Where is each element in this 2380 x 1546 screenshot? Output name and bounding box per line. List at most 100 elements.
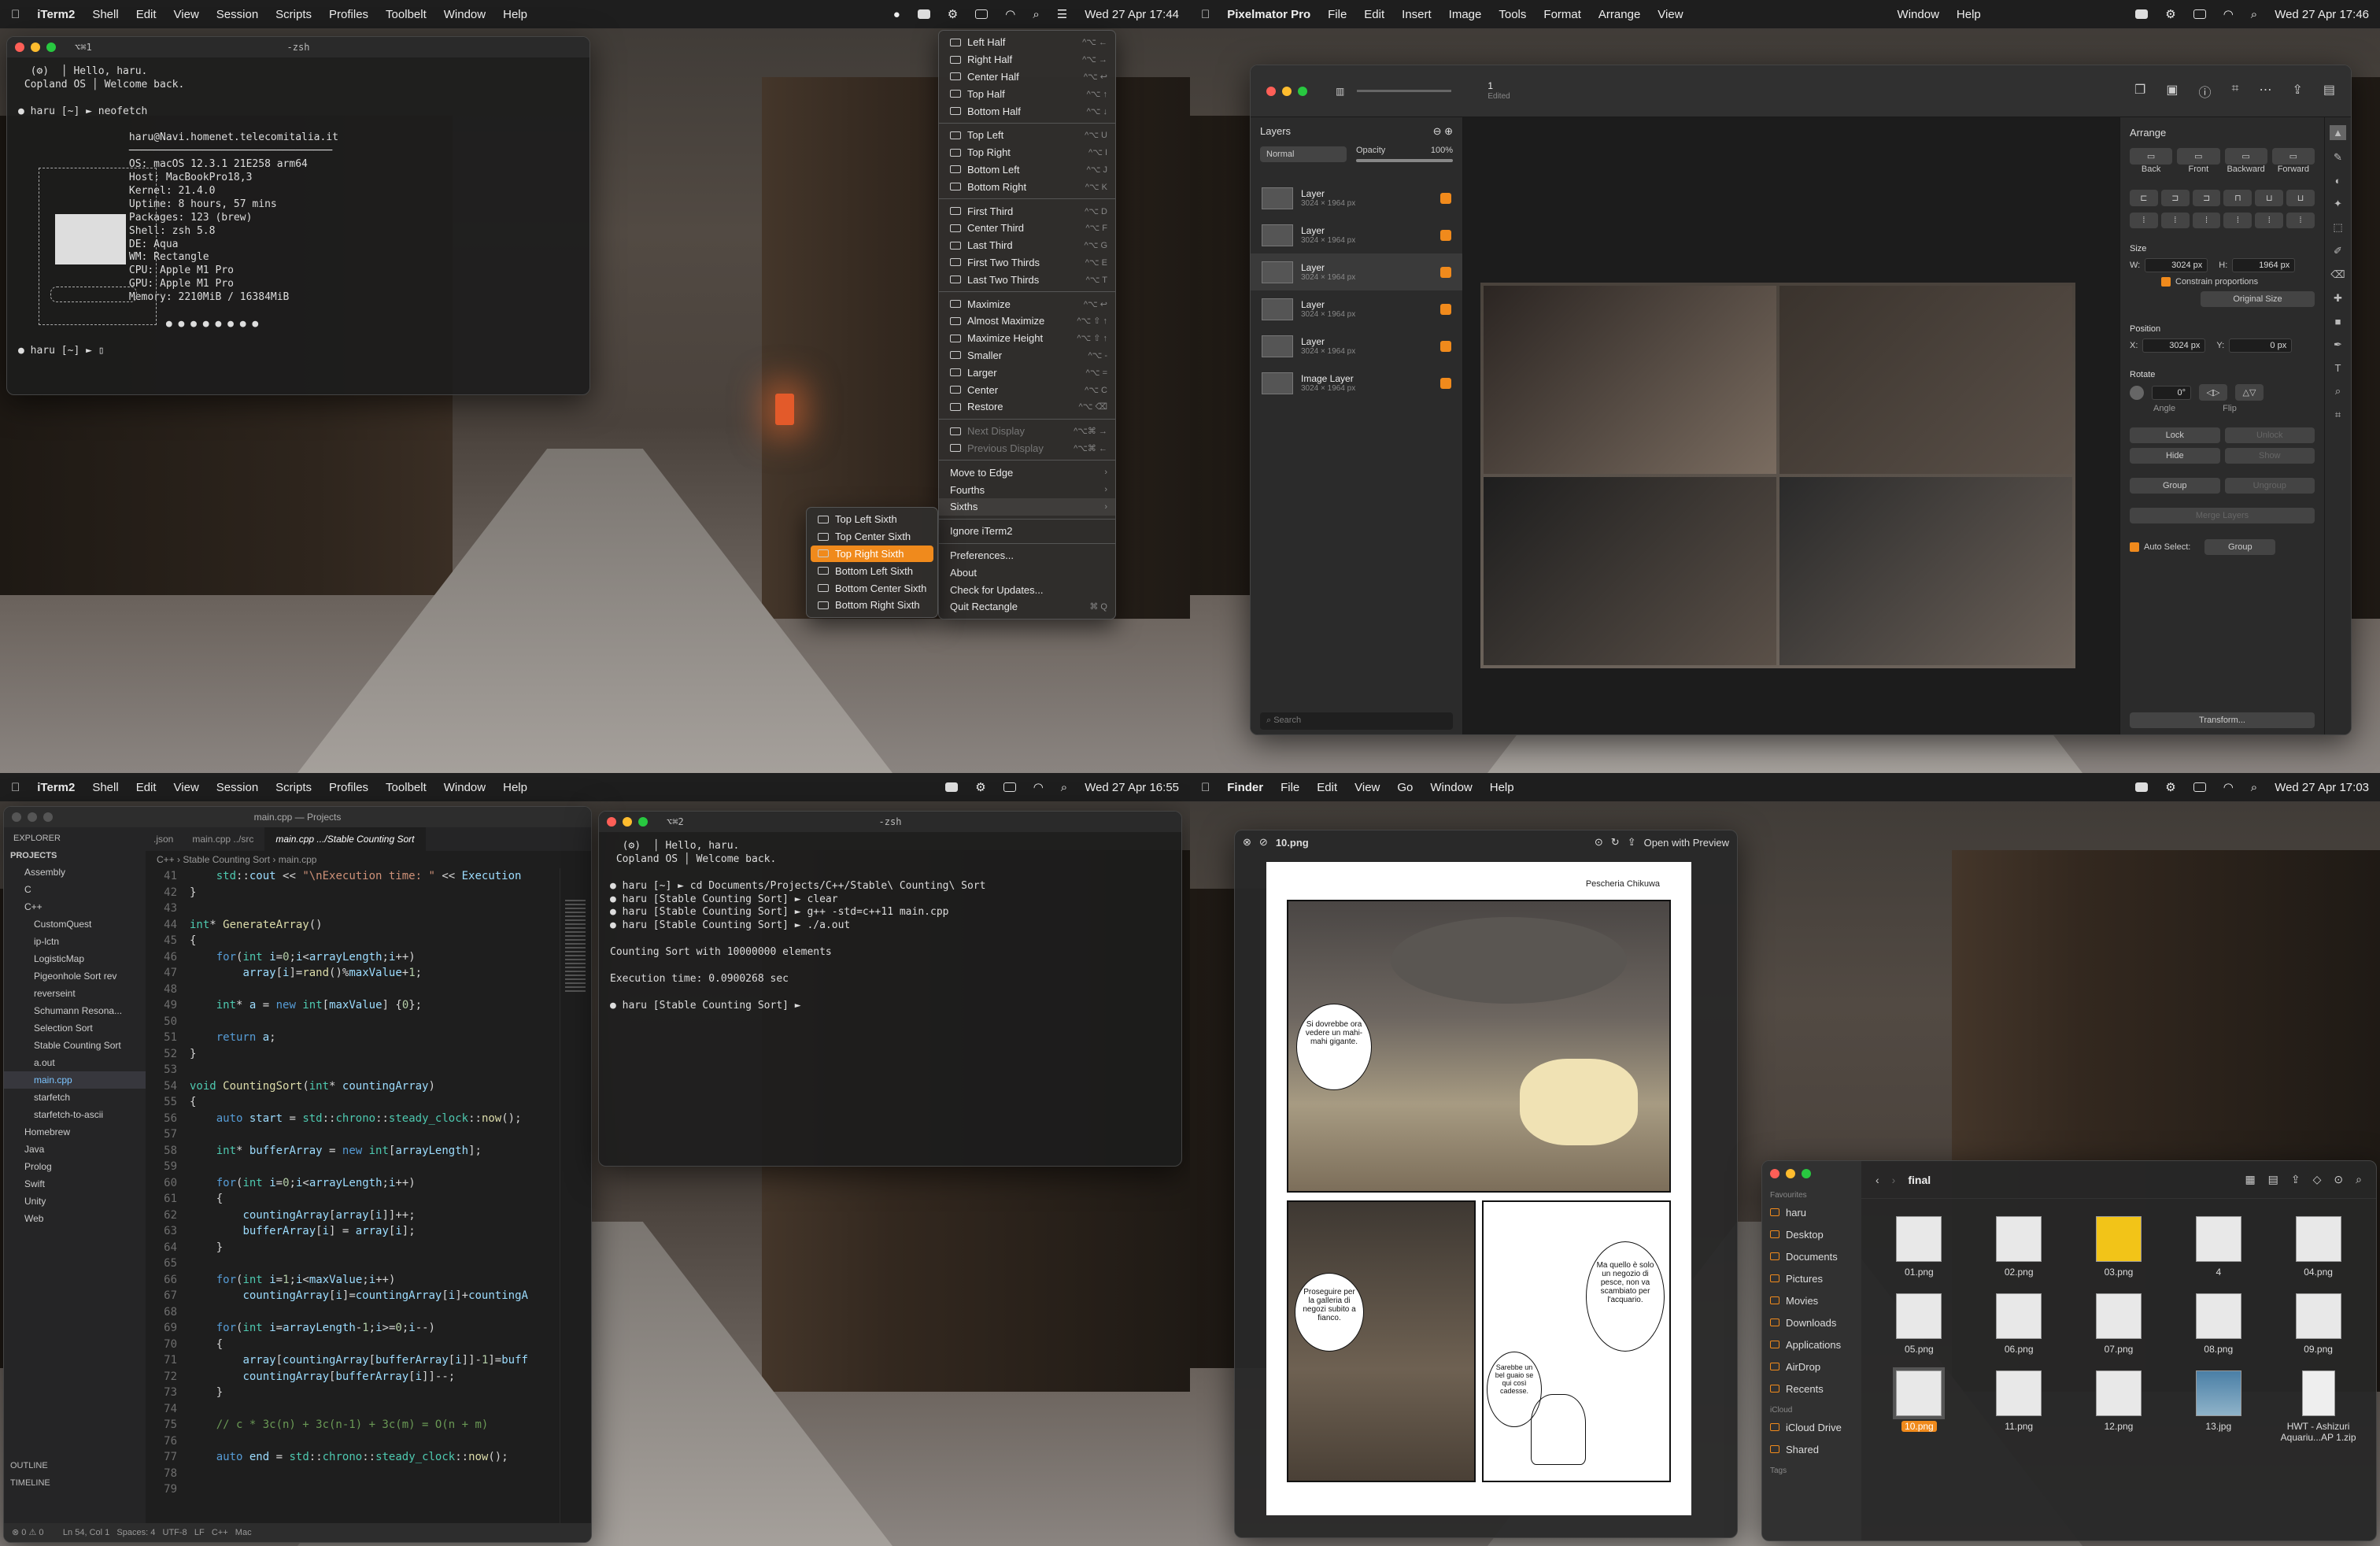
crop-tool-icon[interactable]: ⌗ xyxy=(2335,409,2341,421)
layer-visibility-checkbox[interactable] xyxy=(1440,266,1451,278)
apple-icon[interactable]:  xyxy=(11,8,20,21)
autoselect-checkbox[interactable] xyxy=(2130,542,2139,552)
quicklook-window[interactable]: ⊗ ⊘ 10.png ⊙ ↻ ⇪ Open with Preview Pescheri… xyxy=(1234,830,1738,1538)
vscode-window[interactable]: main.cpp — Projects EXPLORER PROJECTS As… xyxy=(3,806,592,1543)
angle-field[interactable]: 0° xyxy=(2152,385,2191,400)
menu-item[interactable]: Toolbelt xyxy=(386,8,427,21)
rectangle-icon[interactable] xyxy=(917,9,930,19)
file-item[interactable]: 03.png xyxy=(2075,1216,2162,1278)
sidebar-item[interactable]: haru xyxy=(1770,1201,1853,1223)
tree-item[interactable]: C xyxy=(4,881,146,898)
distribute-button[interactable]: ⁞ xyxy=(2160,213,2190,228)
rectangle-menu-item[interactable]: Quit Rectangle ⌘ Q xyxy=(939,598,1115,616)
crop-icon[interactable]: ⌗ xyxy=(2231,82,2238,101)
menu-item[interactable]: Tools xyxy=(1499,8,1526,21)
menu-item[interactable]: Window xyxy=(1430,781,1472,794)
rectangle-menu-item[interactable]: Bottom Right ^⌥ K xyxy=(939,178,1115,195)
minimize-button[interactable] xyxy=(1786,1169,1795,1178)
sixth-menu-item[interactable]: Bottom Left Sixth xyxy=(807,562,937,579)
tree-item[interactable]: a.out xyxy=(4,1054,146,1071)
rectangle-menu-item[interactable]: Top Left ^⌥ U xyxy=(939,127,1115,144)
sixth-menu-item[interactable]: Top Center Sixth xyxy=(807,528,937,546)
outline-section[interactable]: OUTLINE xyxy=(10,1457,50,1474)
rectangle-menu-item[interactable]: Top Half ^⌥ ↑ xyxy=(939,85,1115,102)
menu-item[interactable]: Edit xyxy=(1364,8,1384,21)
menu-item[interactable]: Profiles xyxy=(329,8,368,21)
menu-item[interactable]: View xyxy=(174,781,199,794)
align-right-button[interactable]: ⊐ xyxy=(2192,190,2221,206)
rectangle-menu-item[interactable]: Bottom Half ^⌥ ↓ xyxy=(939,102,1115,120)
rectangle-menu-item[interactable]: Fourths › xyxy=(939,481,1115,498)
battery-icon[interactable] xyxy=(2193,9,2206,19)
file-item[interactable]: 06.png xyxy=(1975,1293,2062,1355)
file-item[interactable]: 4 xyxy=(2175,1216,2262,1278)
menu-item[interactable]: Window xyxy=(444,8,486,21)
shape-tool-icon[interactable]: ■ xyxy=(2335,316,2341,327)
align-center-button[interactable]: ⊐ xyxy=(2160,190,2190,206)
layer-visibility-checkbox[interactable] xyxy=(1440,340,1451,352)
menu-item[interactable]: File xyxy=(1281,781,1299,794)
menu-item[interactable]: Insert xyxy=(1402,8,1432,21)
distribute-button[interactable]: ⁞ xyxy=(2130,213,2158,228)
view-mode-icon[interactable]: ▦ xyxy=(2245,1173,2255,1186)
sidebar-item[interactable]: Desktop xyxy=(1770,1223,1853,1245)
y-field[interactable]: 0 px xyxy=(2229,338,2293,353)
tree-item[interactable]: Unity xyxy=(4,1193,146,1210)
menu-item[interactable]: Shell xyxy=(92,8,118,21)
rectangle-menu-item[interactable]: Last Two Thirds ^⌥ T xyxy=(939,271,1115,288)
menu-item[interactable]: Window xyxy=(1898,8,1939,21)
menu-item[interactable]: Help xyxy=(1490,781,1514,794)
rectangle-menu-item[interactable]: Preferences... xyxy=(939,547,1115,564)
iterm-window[interactable]: ⌥⌘1 -zsh (⚙) │ Hello, haru. Copland OS │… xyxy=(6,36,590,395)
rectangle-menu-item[interactable]: Larger ^⌥ = xyxy=(939,364,1115,381)
menu-item[interactable]: Help xyxy=(503,781,527,794)
flip-v-button[interactable]: △▽ xyxy=(2235,384,2264,401)
control-icon[interactable]: ⚙ xyxy=(975,780,985,794)
send-backward-button[interactable]: ▭ xyxy=(2224,148,2267,165)
clock[interactable]: Wed 27 Apr 17:44 xyxy=(1085,8,1179,21)
battery-icon[interactable] xyxy=(1003,782,1016,792)
align-top-button[interactable]: ⊓ xyxy=(2223,190,2252,206)
rectangle-menu-item[interactable]: Ignore iTerm2 xyxy=(939,523,1115,540)
tree-item[interactable]: C++ xyxy=(4,898,146,915)
select-tool-icon[interactable]: ⬚ xyxy=(2333,221,2342,234)
type-tool-icon[interactable]: T xyxy=(2335,362,2341,374)
rectangle-menu-item[interactable]: Maximize Height ^⌥ ⇧ ↑ xyxy=(939,330,1115,347)
finder-window[interactable]: Favourites haru Desktop Documents Pictures M… xyxy=(1761,1160,2377,1541)
markup-icon[interactable]: ⊙ xyxy=(1595,836,1603,849)
wifi-icon[interactable]: ◠ xyxy=(1033,780,1044,794)
rectangle-icon[interactable] xyxy=(945,782,959,792)
align-left-button[interactable]: ⊏ xyxy=(2130,190,2158,206)
sidebar-item[interactable]: Documents xyxy=(1770,1245,1853,1267)
layer-row[interactable]: Image Layer 3024 × 1964 px xyxy=(1251,364,1462,401)
transform-button[interactable]: Transform... xyxy=(2130,712,2315,728)
rectangle-menu-item[interactable]: Smaller ^⌥ - xyxy=(939,347,1115,364)
rectangle-menu-item[interactable]: Last Third ^⌥ G xyxy=(939,237,1115,254)
menu-item[interactable]: Image xyxy=(1449,8,1482,21)
menu-item[interactable]: Profiles xyxy=(329,781,368,794)
bring-forward-button[interactable]: ▭ xyxy=(2271,148,2315,165)
rectangle-menu-item[interactable]: Maximize ^⌥ ↩ xyxy=(939,295,1115,313)
tree-item[interactable]: starfetch xyxy=(4,1089,146,1106)
rectangle-menu-item[interactable]: First Two Thirds ^⌥ E xyxy=(939,254,1115,272)
tree-item[interactable]: starfetch-to-ascii xyxy=(4,1106,146,1123)
search-icon[interactable]: ⌕ xyxy=(2251,781,2257,794)
tree-item[interactable]: Stable Counting Sort xyxy=(4,1037,146,1054)
sidebar-item[interactable]: AirDrop xyxy=(1770,1356,1853,1378)
width-field[interactable]: 3024 px xyxy=(2145,258,2208,272)
file-item[interactable]: 01.png xyxy=(1876,1216,1962,1278)
file-item[interactable]: HWT - Ashizuri Aquariu...AP 1.zip xyxy=(2275,1370,2362,1443)
rectangle-menu-item[interactable]: Almost Maximize ^⌥ ⇧ ↑ xyxy=(939,313,1115,330)
sidebar-item[interactable]: Applications xyxy=(1770,1333,1853,1356)
search-icon[interactable]: ⌕ xyxy=(2251,8,2257,21)
file-item[interactable]: 07.png xyxy=(2075,1293,2162,1355)
opacity-slider[interactable] xyxy=(1356,159,1453,162)
clock[interactable]: Wed 27 Apr 16:55 xyxy=(1085,781,1179,794)
rectangle-menu-item[interactable]: Left Half ^⌥ ← xyxy=(939,34,1115,51)
ungroup-button[interactable]: Ungroup xyxy=(2224,478,2315,494)
file-item[interactable]: 08.png xyxy=(2175,1293,2262,1355)
layer-visibility-checkbox[interactable] xyxy=(1440,229,1451,241)
autoselect-select[interactable]: Group xyxy=(2204,539,2276,555)
close-button[interactable] xyxy=(1770,1169,1779,1178)
menu-item[interactable]: Help xyxy=(1957,8,1981,21)
